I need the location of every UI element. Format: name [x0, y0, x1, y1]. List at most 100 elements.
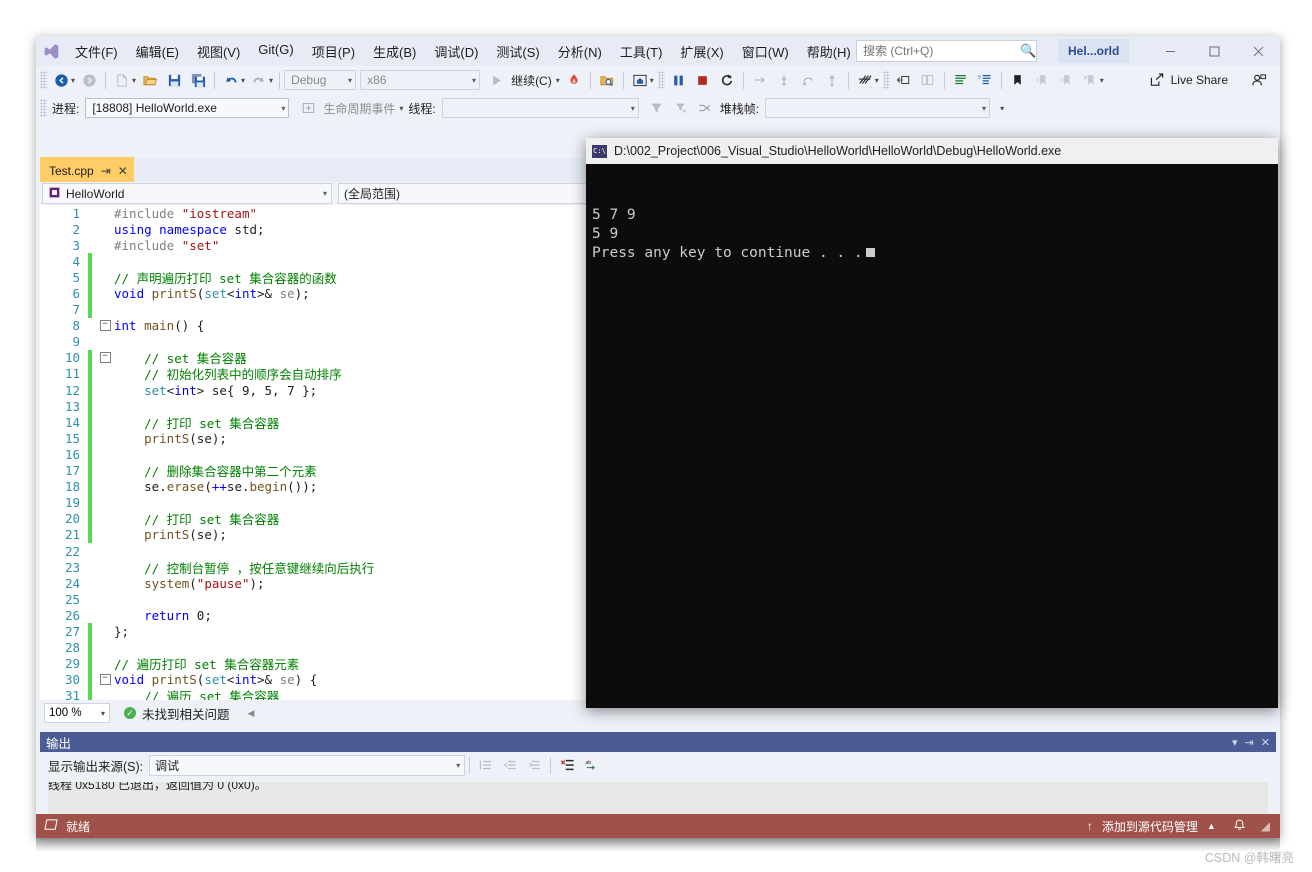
- menu-item-0[interactable]: 文件(F): [66, 38, 127, 65]
- search-input[interactable]: [861, 43, 1020, 59]
- pause-icon[interactable]: [668, 69, 690, 91]
- continue-button[interactable]: 继续(C): [511, 72, 552, 89]
- filter-clear-icon[interactable]: [670, 97, 692, 119]
- bookmark-icon[interactable]: [1007, 69, 1029, 91]
- filter-icon[interactable]: [646, 97, 668, 119]
- fold-gutter[interactable]: −: [96, 352, 114, 364]
- stackframe-select[interactable]: ▾: [765, 98, 991, 118]
- menu-item-9[interactable]: 工具(T): [611, 38, 672, 65]
- toolbar-grip[interactable]: [882, 71, 890, 89]
- quick-launch-search[interactable]: 🔍: [856, 40, 1037, 62]
- uncomment-icon[interactable]: ?: [974, 69, 996, 91]
- menu-item-5[interactable]: 生成(B): [364, 38, 425, 65]
- solution-name-chip[interactable]: Hel...orld: [1058, 39, 1130, 63]
- threads-icon[interactable]: [854, 69, 876, 91]
- debug-toolbar-overflow[interactable]: ▾: [1000, 104, 1004, 113]
- start-debug-icon[interactable]: [485, 69, 507, 91]
- toolbar-grip[interactable]: [40, 99, 47, 117]
- collapse-icon[interactable]: −: [99, 674, 111, 686]
- toolbar-grip[interactable]: [657, 71, 665, 89]
- bookmark-clear-icon[interactable]: [1079, 69, 1101, 91]
- debug-target-icon[interactable]: [629, 69, 651, 91]
- menu-item-2[interactable]: 视图(V): [188, 38, 249, 65]
- live-share-button[interactable]: Live Share: [1171, 73, 1228, 87]
- menu-item-10[interactable]: 扩展(X): [671, 38, 732, 65]
- lifecycle-dropdown[interactable]: ▾: [399, 104, 403, 113]
- threads-dropdown[interactable]: ▾: [875, 76, 879, 85]
- member-scope-select[interactable]: (全局范围): [338, 183, 598, 204]
- account-icon[interactable]: [1248, 69, 1270, 91]
- new-item-icon[interactable]: [111, 69, 133, 91]
- flatten-icon[interactable]: [694, 97, 716, 119]
- navigate-back-dropdown[interactable]: ▾: [71, 76, 75, 85]
- debug-target-dropdown[interactable]: ▾: [650, 76, 654, 85]
- bookmark-overflow[interactable]: ▾: [1100, 76, 1104, 85]
- toggle-wordwrap-icon[interactable]: [499, 754, 521, 776]
- window-layout-icon[interactable]: [893, 69, 915, 91]
- zoom-level-select[interactable]: 100 % ▾: [44, 703, 110, 723]
- undo-dropdown[interactable]: ▾: [241, 76, 245, 85]
- menu-item-4[interactable]: 项目(P): [303, 38, 364, 65]
- menu-item-7[interactable]: 测试(S): [487, 38, 548, 65]
- solution-platform-select[interactable]: x86 ▾: [360, 70, 481, 90]
- resize-grip-icon[interactable]: ◢: [1261, 819, 1270, 833]
- issue-nav-prev-icon[interactable]: ◀: [248, 708, 255, 719]
- close-button[interactable]: [1236, 36, 1280, 66]
- stop-icon[interactable]: [692, 69, 714, 91]
- hot-reload-icon[interactable]: [563, 69, 585, 91]
- menu-item-6[interactable]: 调试(D): [425, 38, 487, 65]
- live-share-icon[interactable]: [1147, 69, 1167, 91]
- lifecycle-events-label[interactable]: 生命周期事件: [323, 100, 395, 117]
- close-icon[interactable]: ✕: [1261, 736, 1270, 749]
- step-into-icon[interactable]: [773, 69, 795, 91]
- menu-item-1[interactable]: 编辑(E): [127, 38, 188, 65]
- continue-dropdown[interactable]: ▾: [556, 76, 560, 85]
- console-title-bar[interactable]: C:\ D:\002_Project\006_Visual_Studio\Hel…: [586, 138, 1278, 164]
- clear-all-icon[interactable]: [475, 754, 497, 776]
- save-all-icon[interactable]: [187, 69, 209, 91]
- pin-icon[interactable]: ⇥: [1245, 736, 1254, 749]
- new-item-dropdown[interactable]: ▾: [132, 76, 136, 85]
- find-message-icon[interactable]: ab: [580, 754, 602, 776]
- attach-process-icon[interactable]: [596, 69, 618, 91]
- pin-icon[interactable]: ⇥: [101, 164, 111, 178]
- bookmark-next-icon[interactable]: [1055, 69, 1077, 91]
- menu-item-8[interactable]: 分析(N): [549, 38, 611, 65]
- step-out-icon[interactable]: [821, 69, 843, 91]
- toggle-autoscroll-icon[interactable]: [523, 754, 545, 776]
- thread-select[interactable]: ▾: [441, 98, 639, 118]
- close-icon[interactable]: ✕: [118, 164, 128, 178]
- collapse-icon[interactable]: −: [99, 352, 111, 364]
- project-scope-select[interactable]: HelloWorld ▾: [42, 183, 332, 204]
- undo-icon[interactable]: [220, 69, 242, 91]
- bookmark-prev-icon[interactable]: [1031, 69, 1053, 91]
- collapse-icon[interactable]: −: [99, 319, 111, 331]
- step-over-icon[interactable]: [797, 69, 819, 91]
- menu-item-11[interactable]: 窗口(W): [733, 38, 798, 65]
- fold-gutter[interactable]: −: [96, 674, 114, 686]
- save-icon[interactable]: [163, 69, 185, 91]
- source-control-button[interactable]: 添加到源代码管理: [1102, 818, 1198, 835]
- redo-icon[interactable]: [248, 69, 270, 91]
- toolbar-grip[interactable]: [40, 71, 47, 89]
- menu-item-12[interactable]: 帮助(H): [798, 38, 860, 65]
- open-file-icon[interactable]: [139, 69, 161, 91]
- fold-gutter[interactable]: −: [96, 319, 114, 332]
- maximize-button[interactable]: [1192, 36, 1236, 66]
- arrow-up-icon[interactable]: ↑: [1087, 819, 1093, 833]
- bell-icon[interactable]: [1233, 818, 1246, 835]
- restart-icon[interactable]: [716, 69, 738, 91]
- lifecycle-events-icon[interactable]: [297, 97, 319, 119]
- comment-icon[interactable]: [950, 69, 972, 91]
- redo-dropdown[interactable]: ▾: [269, 76, 273, 85]
- console-output[interactable]: 5 7 9 5 9 Press any key to continue . . .: [586, 164, 1278, 305]
- clear-output-icon[interactable]: [556, 754, 578, 776]
- output-source-select[interactable]: 调试 ▾: [149, 754, 466, 776]
- navigate-forward-icon[interactable]: [78, 69, 100, 91]
- solution-configuration-select[interactable]: Debug ▾: [284, 70, 357, 90]
- menu-item-3[interactable]: Git(G): [249, 38, 302, 65]
- navigate-back-icon[interactable]: [50, 69, 72, 91]
- show-next-statement-icon[interactable]: [749, 69, 771, 91]
- process-select[interactable]: [18808] HelloWorld.exe ▾: [85, 98, 290, 118]
- source-control-caret-icon[interactable]: ▲: [1207, 821, 1216, 831]
